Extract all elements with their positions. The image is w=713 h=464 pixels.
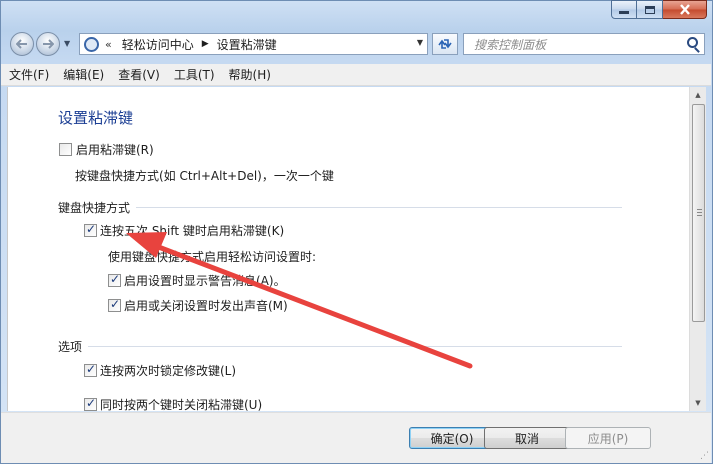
menu-view[interactable]: 查看(V) <box>116 64 162 85</box>
maximize-icon <box>644 5 655 14</box>
back-button[interactable] <box>10 32 34 56</box>
menu-edit[interactable]: 编辑(E) <box>61 64 106 85</box>
settings-panel: 设置粘滞键 启用粘滞键(R) 按键盘快捷方式(如 Ctrl+Alt+Del)，一… <box>7 87 689 411</box>
breadcrumb-ease-of-access[interactable]: 轻松访问中心 <box>122 36 194 53</box>
maximize-button[interactable] <box>637 0 663 19</box>
enable-sticky-keys-label[interactable]: 启用粘滞键(R) <box>76 141 154 158</box>
minimize-button[interactable] <box>611 0 637 19</box>
forward-arrow-icon <box>43 39 54 49</box>
make-sound-label[interactable]: 启用或关闭设置时发出声音(M) <box>124 297 288 314</box>
resize-grip-icon[interactable]: ⋰ <box>700 451 709 461</box>
address-dropdown-icon[interactable]: ▼ <box>417 38 423 47</box>
shortcut-section-heading: 键盘快捷方式 <box>58 201 131 215</box>
show-warning-label[interactable]: 启用设置时显示警告消息(A)。 <box>124 272 286 289</box>
section-divider <box>88 346 622 347</box>
address-overflow[interactable]: « <box>105 38 112 51</box>
refresh-button[interactable] <box>432 33 458 55</box>
scroll-up-icon[interactable]: ▲ <box>690 87 706 103</box>
lock-modifier-label[interactable]: 连按两次时锁定修改键(L) <box>100 362 236 379</box>
menu-file[interactable]: 文件(F) <box>7 64 51 85</box>
back-arrow-icon <box>16 39 27 49</box>
ok-button[interactable]: 确定(O) <box>409 427 495 449</box>
make-sound-checkbox[interactable] <box>108 297 121 312</box>
options-section-heading: 选项 <box>58 340 83 354</box>
enable-sticky-keys-checkbox[interactable] <box>59 143 72 156</box>
vertical-scrollbar[interactable]: ▲ ▼ <box>689 87 706 411</box>
navigation-bar: ▼ « 轻松访问中心 ▶ 设置粘滞键 ▼ 搜索控制面板 <box>0 30 711 58</box>
menu-help[interactable]: 帮助(H) <box>227 64 273 85</box>
recent-pages-dropdown[interactable]: ▼ <box>64 39 70 48</box>
address-bar[interactable]: « 轻松访问中心 ▶ 设置粘滞键 ▼ <box>79 33 428 55</box>
caption-buttons <box>611 0 707 19</box>
close-icon <box>679 4 690 15</box>
forward-button[interactable] <box>36 32 60 56</box>
control-panel-icon <box>84 36 99 52</box>
search-placeholder: 搜索控制面板 <box>474 37 547 52</box>
sticky-keys-description: 按键盘快捷方式(如 Ctrl+Alt+Del)，一次一个键 <box>75 169 334 183</box>
shortcut-hint: 使用键盘快捷方式启用轻松访问设置时: <box>108 250 317 264</box>
close-button[interactable] <box>663 0 707 19</box>
dialog-footer: 确定(O) 取消 应用(P) ⋰ <box>1 412 711 463</box>
menu-tools[interactable]: 工具(T) <box>172 64 217 85</box>
shift-five-times-checkbox[interactable] <box>84 222 97 237</box>
turn-off-two-keys-checkbox[interactable] <box>84 396 97 411</box>
show-warning-checkbox[interactable] <box>108 272 121 287</box>
cancel-button[interactable]: 取消 <box>484 427 570 449</box>
breadcrumb-sticky-keys[interactable]: 设置粘滞键 <box>217 36 277 53</box>
lock-modifier-checkbox[interactable] <box>84 362 97 377</box>
scroll-grip-icon <box>697 209 702 216</box>
menu-bar: 文件(F) 编辑(E) 查看(V) 工具(T) 帮助(H) <box>1 64 711 86</box>
refresh-icon <box>438 39 452 49</box>
breadcrumb-separator-icon[interactable]: ▶ <box>202 39 209 49</box>
shift-five-times-label[interactable]: 连按五次 Shift 键时启用粘滞键(K) <box>100 222 284 239</box>
scroll-down-icon[interactable]: ▼ <box>690 395 706 411</box>
scroll-thumb[interactable] <box>692 104 705 322</box>
apply-button[interactable]: 应用(P) <box>565 427 651 449</box>
turn-off-two-keys-label[interactable]: 同时按两个键时关闭粘滞键(U) <box>100 396 262 411</box>
search-icon[interactable] <box>687 37 698 48</box>
page-title: 设置粘滞键 <box>58 109 134 127</box>
minimize-icon <box>619 11 629 14</box>
section-divider <box>136 207 622 208</box>
search-box[interactable]: 搜索控制面板 <box>463 33 705 55</box>
